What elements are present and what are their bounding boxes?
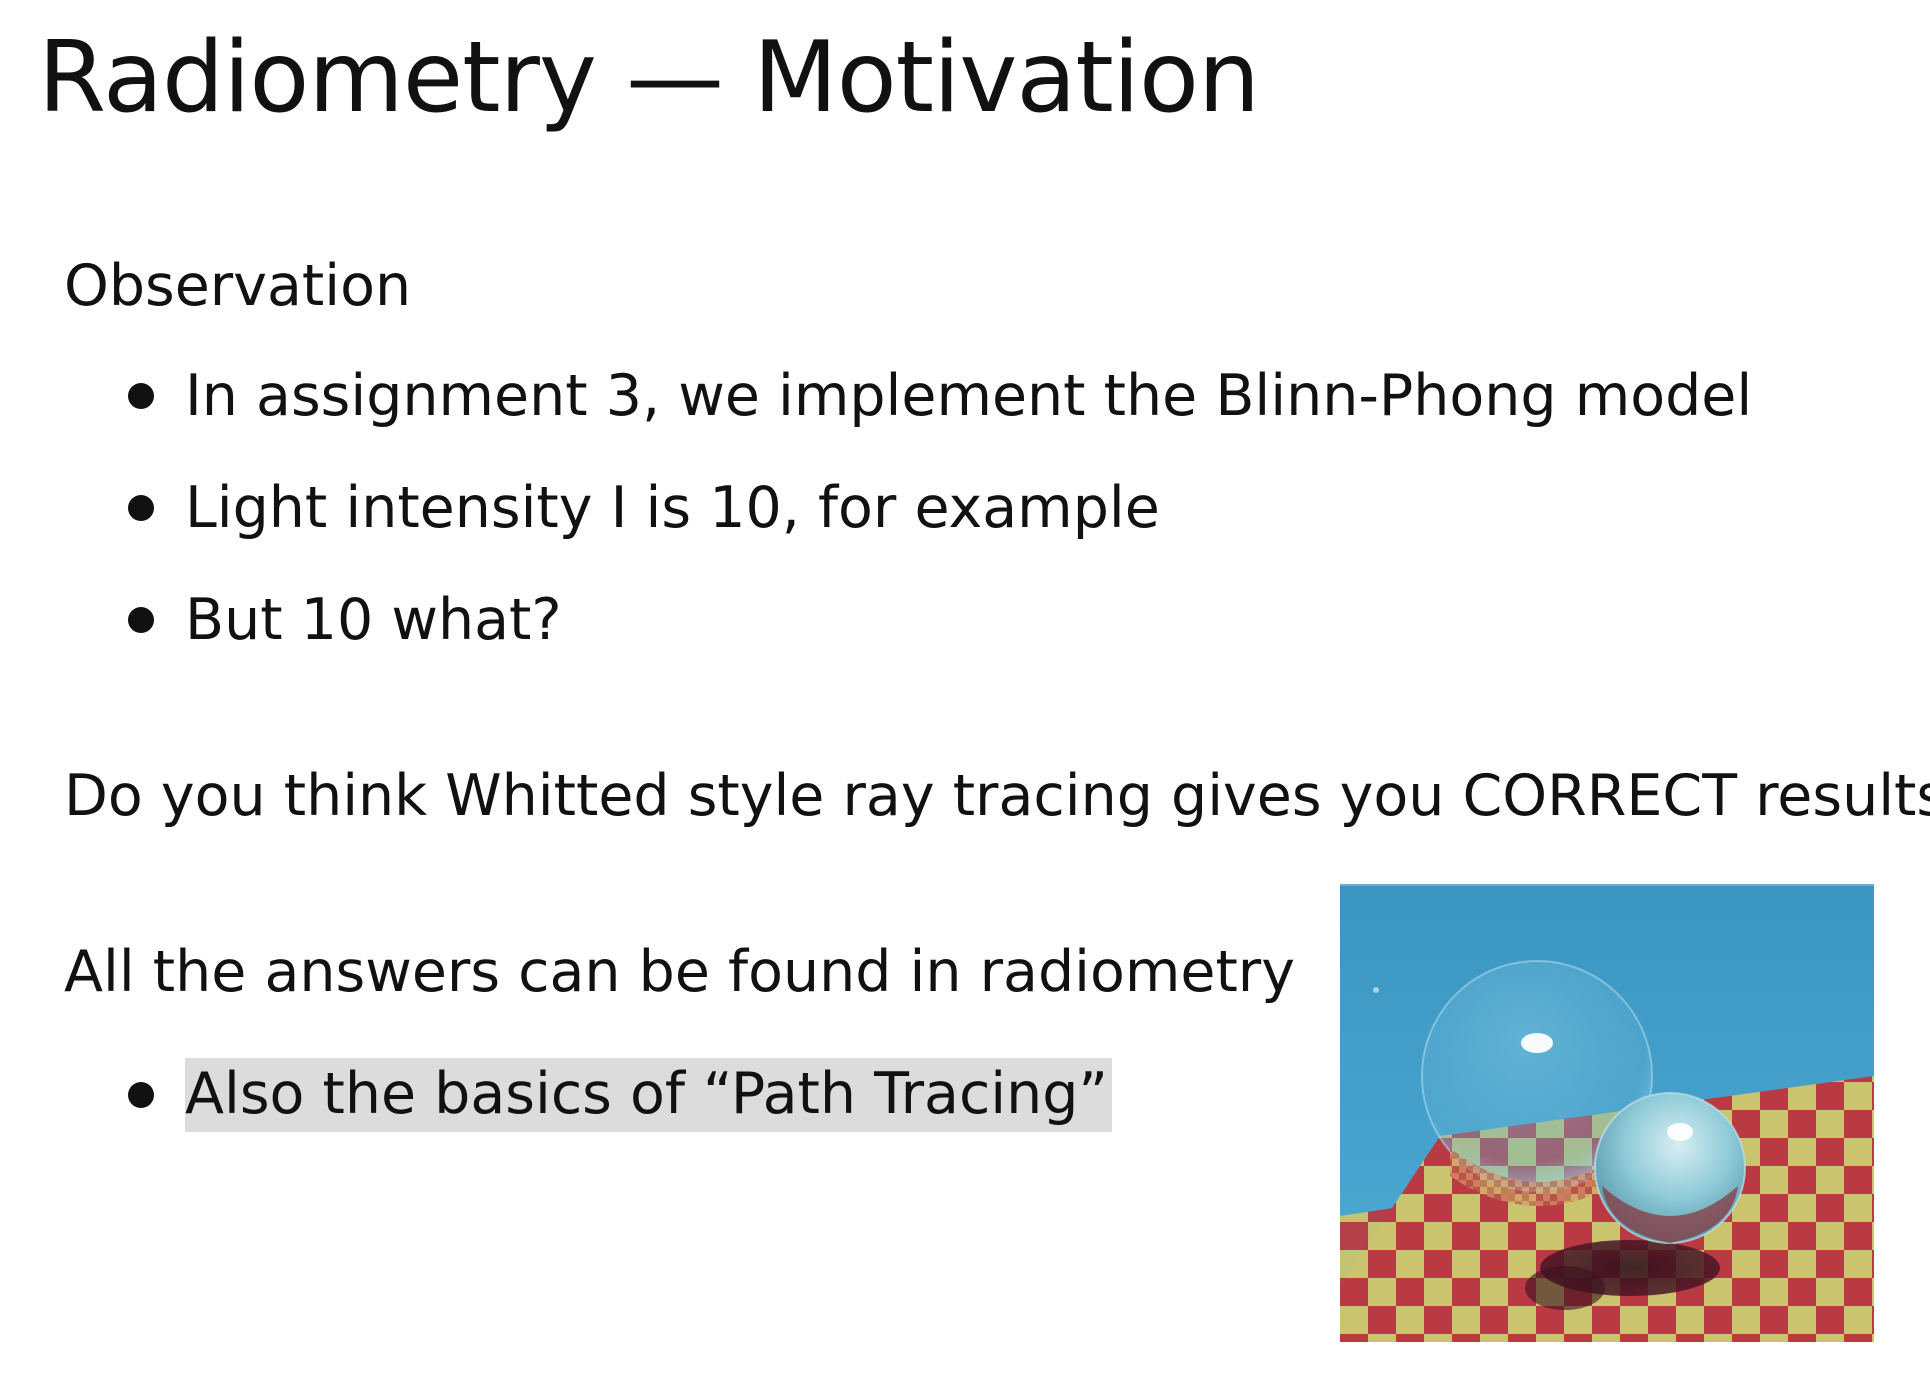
ray-traced-spheres-illustration <box>1340 886 1874 1342</box>
answers-bullet-1: Also the basics of “Path Tracing” <box>128 1058 1112 1133</box>
bullet-text: But 10 what? <box>185 587 562 653</box>
slide-title: Radiometry — Motivation <box>38 21 1260 135</box>
observation-bullet-3: But 10 what? <box>128 586 562 654</box>
answers-heading: All the answers can be found in radiomet… <box>64 939 1295 1005</box>
whitted-ray-tracing-image <box>1340 884 1874 1342</box>
observation-bullet-2: Light intensity I is 10, for example <box>128 474 1160 542</box>
bullet-icon <box>128 383 154 410</box>
bullet-text: In assignment 3, we implement the Blinn-… <box>185 363 1753 429</box>
bullet-text: Light intensity I is 10, for example <box>185 475 1160 541</box>
highlighted-bullet-text: Also the basics of “Path Tracing” <box>185 1058 1112 1133</box>
bullet-icon <box>128 1082 154 1109</box>
bullet-icon <box>128 607 154 634</box>
bullet-icon <box>128 495 154 522</box>
observation-bullet-1: In assignment 3, we implement the Blinn-… <box>128 362 1752 430</box>
question-text: Do you think Whitted style ray tracing g… <box>64 763 1930 829</box>
observation-heading: Observation <box>64 253 412 319</box>
